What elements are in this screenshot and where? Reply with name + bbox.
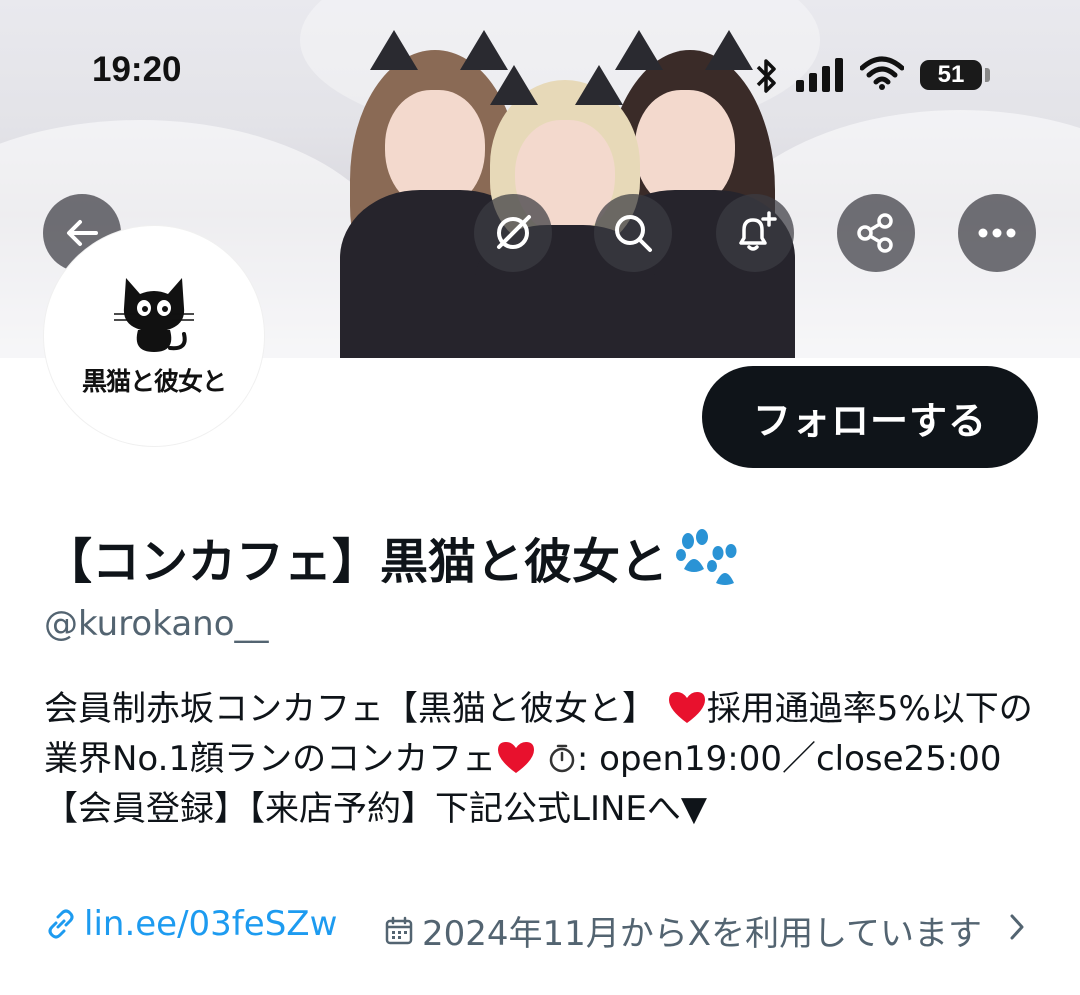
profile-avatar[interactable]: 黒猫と彼女と — [44, 226, 264, 446]
display-name: 【コンカフェ】黒猫と彼女と — [44, 522, 740, 592]
profile-link-text[interactable]: lin.ee/03feSZw — [84, 904, 337, 944]
red-heart-icon — [668, 692, 705, 723]
bio-text-1: 会員制赤坂コンカフェ【黒猫と彼女と】 — [44, 689, 667, 729]
more-button[interactable] — [958, 194, 1036, 272]
notify-button[interactable] — [716, 194, 794, 272]
chevron-right-icon[interactable] — [1006, 910, 1028, 944]
joined-date: 2024年11月からXを利用しています — [384, 906, 982, 955]
share-icon — [857, 213, 893, 253]
more-horizontal-icon — [978, 228, 1016, 238]
red-heart-icon — [498, 742, 535, 773]
follow-button[interactable]: フォローする — [702, 366, 1038, 468]
search-icon — [615, 215, 652, 252]
paw-print-icon — [676, 529, 737, 585]
user-handle: @kurokano__ — [44, 604, 269, 644]
bluetooth-icon — [756, 59, 776, 93]
battery-indicator: 51 — [920, 60, 982, 90]
stopwatch-icon — [549, 744, 575, 773]
calendar-icon — [385, 916, 413, 944]
profile-meta: lin.ee/03feSZw 2024年11月からXを利用しています — [44, 904, 1034, 954]
link-icon — [48, 909, 74, 939]
grok-icon — [497, 215, 531, 249]
wifi-icon — [860, 56, 904, 90]
profile-bio: 会員制赤坂コンカフェ【黒猫と彼女と】 採用通過率5%以下の業界No.1顔ランのコ… — [44, 684, 1034, 834]
battery-cap — [985, 68, 990, 82]
display-name-text: 【コンカフェ】黒猫と彼女と — [44, 534, 669, 590]
search-button[interactable] — [594, 194, 672, 272]
share-button[interactable] — [837, 194, 915, 272]
bell-plus-icon — [739, 211, 777, 251]
grok-button[interactable] — [474, 194, 552, 272]
status-time: 19:20 — [92, 50, 182, 89]
status-bar: 19:20 51 — [0, 0, 1080, 150]
avatar-logo-text: 黒猫と彼女と — [81, 367, 227, 396]
black-cat-logo-icon — [114, 278, 194, 352]
joined-date-text: 2024年11月からXを利用しています — [422, 914, 983, 954]
cellular-signal-icon — [796, 58, 843, 92]
profile-link[interactable]: lin.ee/03feSZw — [44, 904, 337, 944]
